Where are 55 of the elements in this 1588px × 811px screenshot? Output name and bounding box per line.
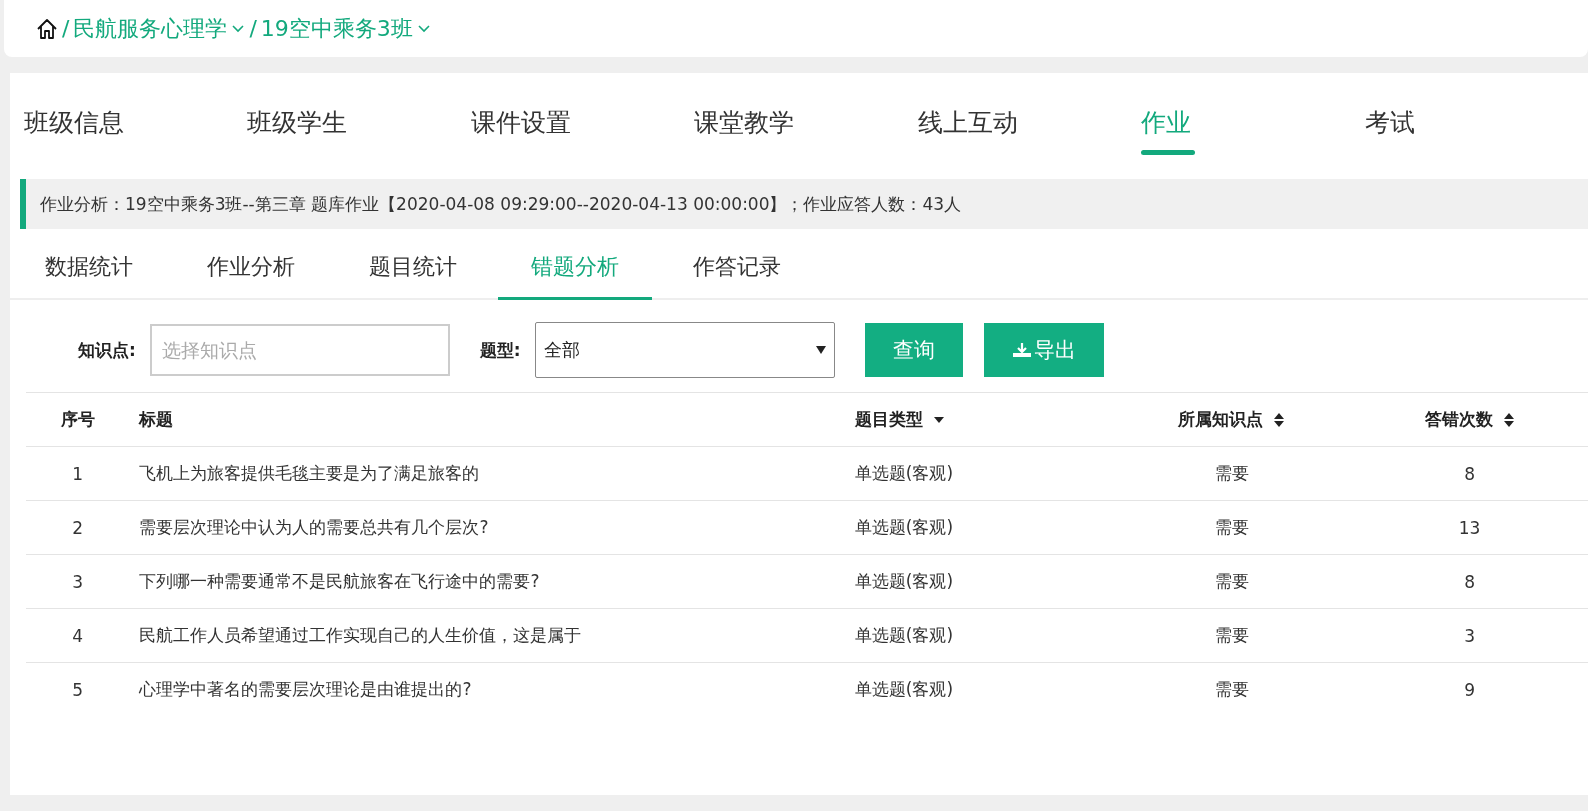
knowledge-cell: 需要 [1214, 624, 1249, 647]
tab[interactable]: 课堂教学 [694, 93, 918, 151]
sub-tab[interactable]: 数据统计 [12, 236, 166, 298]
sort-down-icon[interactable] [932, 415, 945, 424]
title-cell: 飞机上为旅客提供毛毯主要是为了满足旅客的 [139, 462, 480, 485]
title-cell: 民航工作人员希望通过工作实现自己的人生价值，这是属于 [139, 624, 582, 647]
title-cell: 需要层次理论中认为人的需要总共有几个层次? [139, 516, 489, 539]
tab[interactable]: 线上互动 [917, 93, 1142, 151]
download-icon [1011, 342, 1032, 358]
type-cell: 单选题(客观) [854, 516, 954, 539]
index-cell: 3 [72, 571, 84, 592]
count-cell: 9 [1464, 679, 1475, 700]
index-cell: 2 [72, 517, 84, 538]
column-header[interactable]: 题目类型 [854, 408, 923, 431]
type-cell: 单选题(客观) [854, 570, 954, 593]
knowledge-cell: 需要 [1214, 462, 1249, 485]
column-header[interactable]: 答错次数 [1424, 408, 1493, 431]
type-cell: 单选题(客观) [854, 678, 954, 701]
info-bar: 作业分析：19空中乘务3班--第三章 题库作业【2020-04-08 09:29:00--2020-04-13 00:00:00】；作业应答人数：43人 [20, 179, 1588, 229]
sub-tab[interactable]: 作答记录 [660, 236, 814, 298]
column-header[interactable]: 标题 [139, 408, 174, 431]
index-cell: 1 [72, 463, 84, 484]
knowledge-cell: 需要 [1214, 516, 1249, 539]
type-cell: 单选题(客观) [854, 462, 954, 485]
count-cell: 8 [1464, 571, 1475, 592]
sort-icon[interactable] [1502, 411, 1515, 428]
title-cell: 心理学中著名的需要层次理论是由谁提出的? [139, 678, 472, 701]
index-cell: 5 [72, 679, 84, 700]
tab[interactable]: 考试 [1364, 93, 1588, 151]
column-header[interactable]: 序号 [60, 408, 95, 431]
sub-tab[interactable]: 题目统计 [336, 236, 490, 298]
type-select[interactable]: 全部 [534, 322, 835, 378]
tab[interactable]: 班级学生 [247, 93, 471, 151]
index-cell: 4 [72, 625, 84, 646]
type-label: 题型: [479, 338, 521, 362]
knowledge-label: 知识点: [78, 338, 136, 362]
chevron-down-icon[interactable] [416, 23, 431, 34]
knowledge-cell: 需要 [1214, 678, 1249, 701]
column-header[interactable]: 所属知识点 [1178, 408, 1264, 431]
tab[interactable]: 课件设置 [470, 93, 695, 151]
title-cell: 下列哪一种需要通常不是民航旅客在飞行途中的需要? [139, 570, 540, 593]
chevron-down-icon[interactable] [231, 23, 246, 34]
count-cell: 3 [1464, 625, 1475, 646]
type-cell: 单选题(客观) [854, 624, 954, 647]
tab[interactable]: 班级信息 [24, 93, 248, 151]
count-cell: 13 [1458, 517, 1481, 538]
count-cell: 8 [1464, 463, 1475, 484]
breadcrumb-separator: / [249, 16, 257, 41]
sub-tab[interactable]: 作业分析 [174, 236, 328, 298]
knowledge-field[interactable]: 选择知识点 [149, 324, 450, 376]
knowledge-cell: 需要 [1214, 570, 1249, 593]
home-icon[interactable] [36, 17, 58, 40]
breadcrumb-separator: / [62, 16, 70, 41]
sort-icon[interactable] [1273, 411, 1286, 428]
dropdown-arrow-icon[interactable] [815, 346, 826, 354]
